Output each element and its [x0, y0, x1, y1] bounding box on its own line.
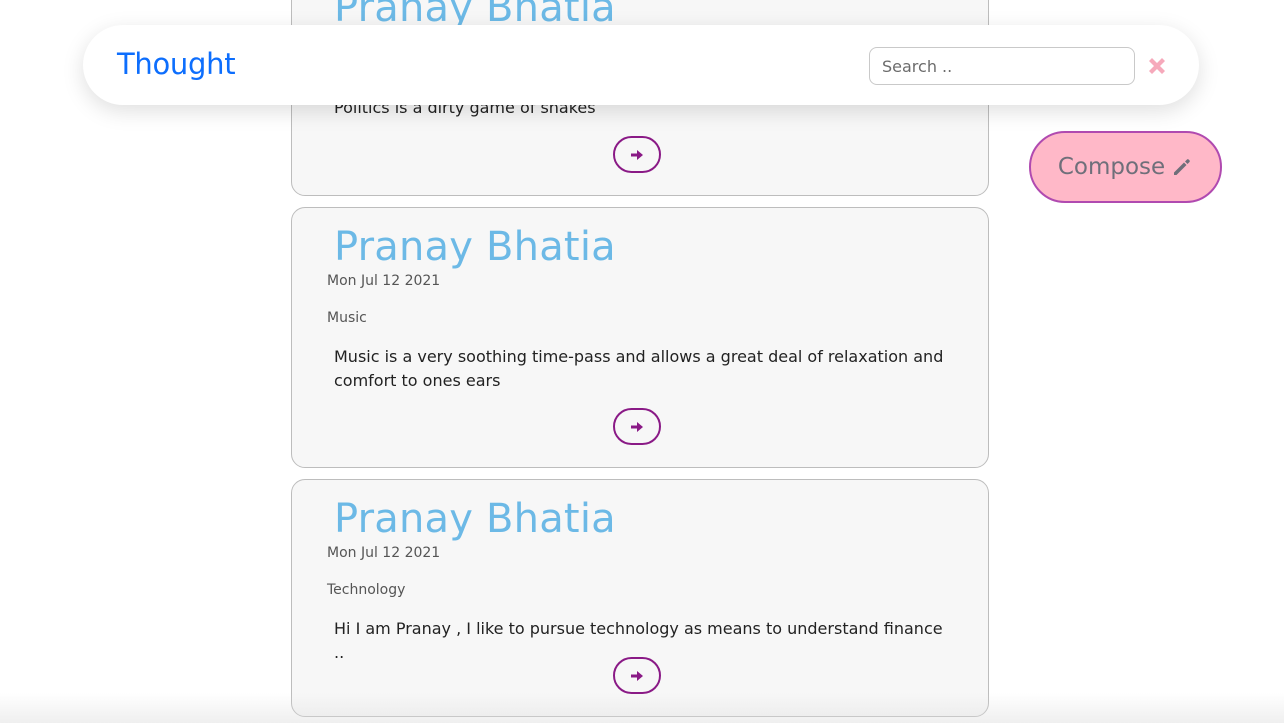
post-author: Pranay Bhatia: [334, 496, 616, 542]
pencil-icon: [1174, 159, 1191, 175]
open-post-button[interactable]: [613, 657, 661, 694]
brand-logo[interactable]: Thought: [117, 47, 236, 81]
compose-label: Compose: [1057, 154, 1166, 180]
post-author: Pranay Bhatia: [334, 224, 616, 270]
open-post-button[interactable]: [613, 136, 661, 173]
navbar: Thought: [83, 25, 1199, 105]
close-button[interactable]: [1143, 52, 1171, 80]
post-category: Music: [327, 310, 367, 326]
post-body: Music is a very soothing time-pass and a…: [334, 347, 944, 390]
arrow-right-icon: [631, 421, 643, 432]
search-input[interactable]: [869, 47, 1135, 85]
post-category: Technology: [327, 582, 406, 598]
post-card: Pranay Bhatia Mon Jul 12 2021 Technology…: [291, 479, 989, 717]
close-x-icon: [1149, 58, 1165, 74]
post-date: Mon Jul 12 2021: [327, 545, 441, 561]
arrow-right-icon: [631, 149, 643, 160]
post-date: Mon Jul 12 2021: [327, 273, 441, 289]
post-card: Pranay Bhatia Mon Jul 12 2021 Music Musi…: [291, 207, 989, 468]
open-post-button[interactable]: [613, 408, 661, 445]
arrow-right-icon: [631, 670, 643, 681]
compose-button[interactable]: Compose: [1029, 131, 1222, 203]
